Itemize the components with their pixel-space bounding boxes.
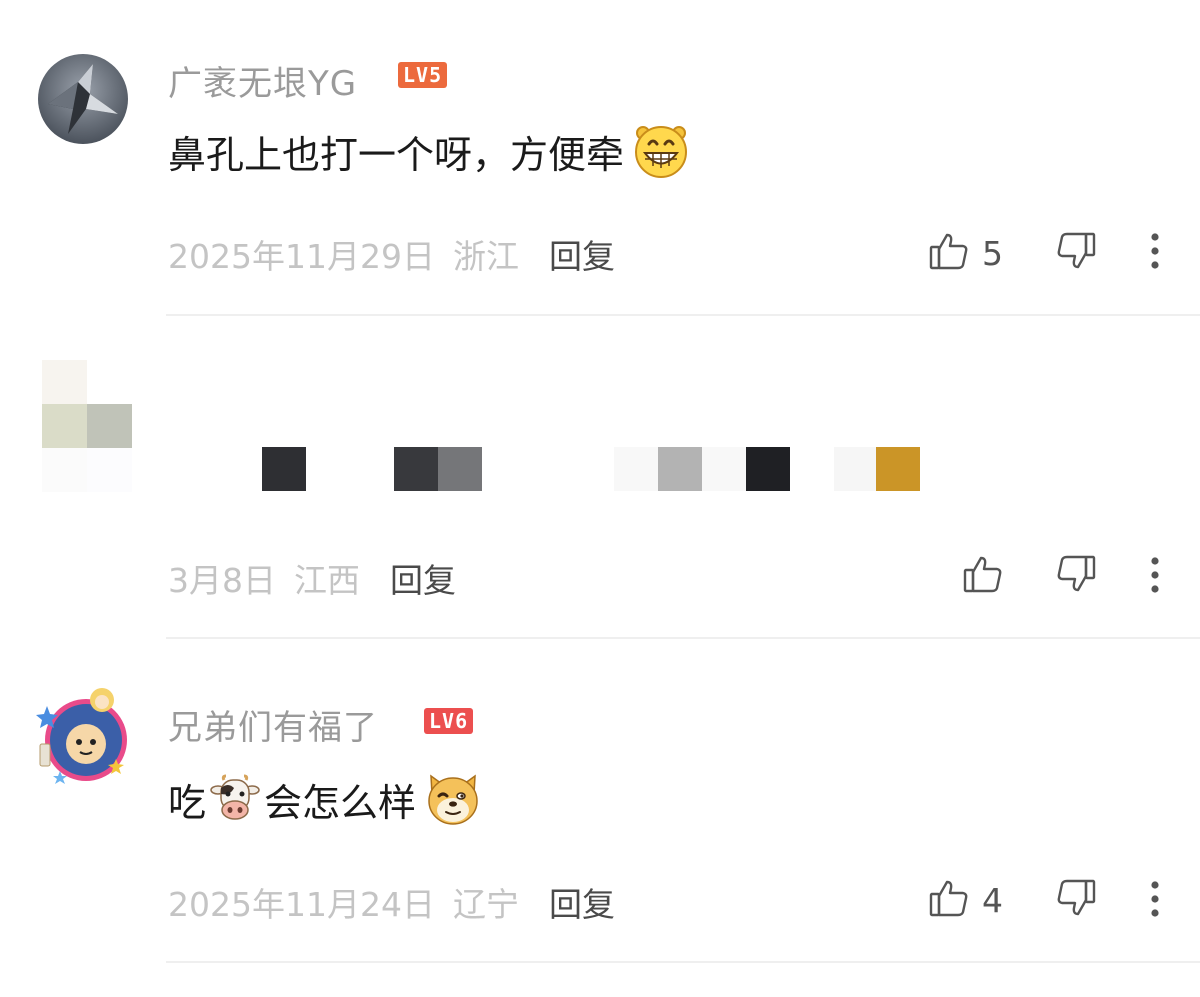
grinning-face-emoji-icon <box>632 122 690 180</box>
more-vertical-icon <box>1146 880 1164 922</box>
username[interactable]: 兄弟们有福了 <box>168 700 378 749</box>
like-button[interactable]: 5 <box>928 230 1003 276</box>
thumbs-up-icon <box>928 230 970 276</box>
reply-button[interactable]: 回复 <box>549 230 615 278</box>
like-count: 4 <box>982 880 1003 920</box>
level-badge: LV5 <box>398 62 448 88</box>
comment-date: 2025年11月24日 <box>168 885 435 924</box>
comment-location: 辽宁 <box>452 885 519 924</box>
divider <box>166 637 1200 639</box>
comment-meta: 2025年11月29日 浙江 回复 <box>168 230 615 278</box>
comment-meta: 2025年11月24日 辽宁 回复 <box>168 878 615 926</box>
more-vertical-icon <box>1146 556 1164 598</box>
more-options-button[interactable] <box>1146 232 1164 274</box>
level-badge: LV6 <box>424 708 474 734</box>
cow-face-emoji-icon <box>210 774 260 824</box>
avatar[interactable] <box>30 684 130 788</box>
comment-date: 3月8日 <box>168 561 276 600</box>
dislike-button[interactable] <box>1055 230 1097 276</box>
more-vertical-icon <box>1146 232 1164 274</box>
dislike-button[interactable] <box>1055 877 1097 923</box>
thumbs-up-icon <box>928 877 970 923</box>
comment-body-start: 吃 <box>168 780 207 825</box>
more-options-button[interactable] <box>1146 880 1164 922</box>
like-count: 5 <box>982 233 1003 273</box>
doge-face-emoji-icon <box>424 770 482 828</box>
comment-date: 2025年11月29日 <box>168 237 435 276</box>
censored-comment-text <box>262 447 922 499</box>
comment-location: 江西 <box>294 561 360 600</box>
comment-text: 吃 会怎么样 <box>168 770 482 828</box>
comment-body: 鼻孔上也打一个呀，方便牵 <box>168 132 625 177</box>
dislike-button[interactable] <box>1055 553 1097 599</box>
thumbs-down-icon <box>1055 877 1097 923</box>
more-options-button[interactable] <box>1146 556 1164 598</box>
thumbs-down-icon <box>1055 230 1097 276</box>
comment-location: 浙江 <box>452 237 519 276</box>
comment-meta: 3月8日 江西 回复 <box>168 554 456 602</box>
divider <box>166 314 1200 316</box>
reply-button[interactable]: 回复 <box>390 554 456 602</box>
comment-text: 鼻孔上也打一个呀，方便牵 <box>168 122 690 180</box>
divider <box>166 961 1200 963</box>
like-button[interactable]: 4 <box>928 877 1003 923</box>
thumbs-down-icon <box>1055 553 1097 599</box>
reply-button[interactable]: 回复 <box>549 878 615 926</box>
comment-body-end: 会怎么样 <box>264 780 417 825</box>
censored-avatar <box>42 360 132 496</box>
thumbs-up-icon <box>962 553 1004 599</box>
username[interactable]: 广袤无垠YG <box>168 56 357 105</box>
like-button[interactable] <box>962 553 1004 599</box>
avatar[interactable] <box>38 54 128 144</box>
